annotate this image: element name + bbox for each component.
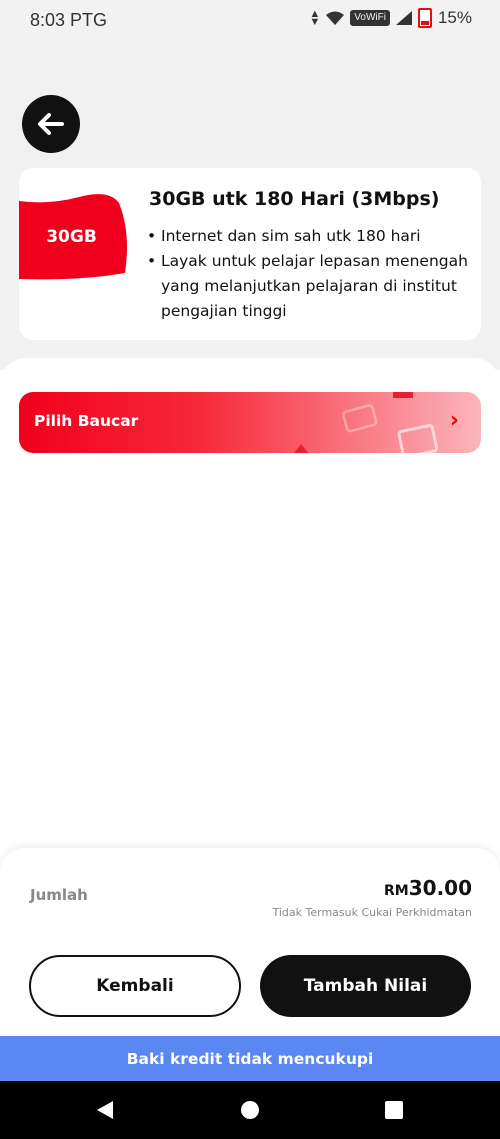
nav-back-icon[interactable] (95, 1100, 115, 1120)
select-voucher-button[interactable]: Pilih Baucar › (19, 392, 481, 453)
currency-label: RM (384, 883, 409, 899)
status-time: 8:03 PTG (30, 10, 108, 30)
voucher-label: Pilih Baucar (34, 412, 139, 430)
battery-percent: 15% (437, 8, 472, 27)
plan-bullet-item: Internet dan sim sah utk 180 hari (147, 224, 477, 249)
nav-recents-icon[interactable] (384, 1100, 404, 1120)
wifi-icon (326, 11, 345, 25)
confetti-decoration (393, 392, 413, 398)
nav-home-icon[interactable] (240, 1100, 260, 1120)
arrow-left-icon (38, 113, 64, 135)
total-amount: RM30.00 (384, 876, 472, 900)
data-arrows-icon: ▲ ▼ (309, 8, 321, 28)
plan-badge-label: 30GB (46, 227, 97, 247)
plan-title: 30GB utk 180 Hari (3Mbps) (149, 188, 440, 210)
amount-value: 30.00 (408, 876, 472, 900)
insufficient-credit-banner: Baki kredit tidak mencukupi (0, 1036, 500, 1081)
signal-icon (395, 11, 412, 25)
confetti-decoration (293, 444, 309, 453)
topup-button[interactable]: Tambah Nilai (260, 955, 471, 1017)
status-icons: ▲ ▼ VoWiFi 15% (309, 8, 472, 28)
chevron-right-icon: › (449, 408, 459, 433)
plan-badge: 30GB (19, 193, 129, 281)
plan-bullet-item: Layak untuk pelajar lepasan menengah yan… (147, 249, 477, 324)
status-bar: 8:03 PTG ▲ ▼ VoWiFi 15% (0, 0, 500, 40)
ticket-icon (342, 404, 378, 433)
ticket-icon (397, 424, 439, 453)
banner-message: Baki kredit tidak mencukupi (126, 1049, 374, 1068)
system-nav-bar (0, 1081, 500, 1139)
vowifi-badge: VoWiFi (350, 10, 390, 26)
back-button[interactable] (22, 95, 80, 153)
plan-bullets: Internet dan sim sah utk 180 hari Layak … (147, 224, 477, 324)
plan-card: 30GB 30GB utk 180 Hari (3Mbps) Internet … (19, 168, 481, 340)
battery-icon (417, 8, 432, 28)
total-label: Jumlah (30, 886, 88, 904)
tax-note: Tidak Termasuk Cukai Perkhidmatan (272, 906, 472, 919)
back-action-button[interactable]: Kembali (29, 955, 241, 1017)
